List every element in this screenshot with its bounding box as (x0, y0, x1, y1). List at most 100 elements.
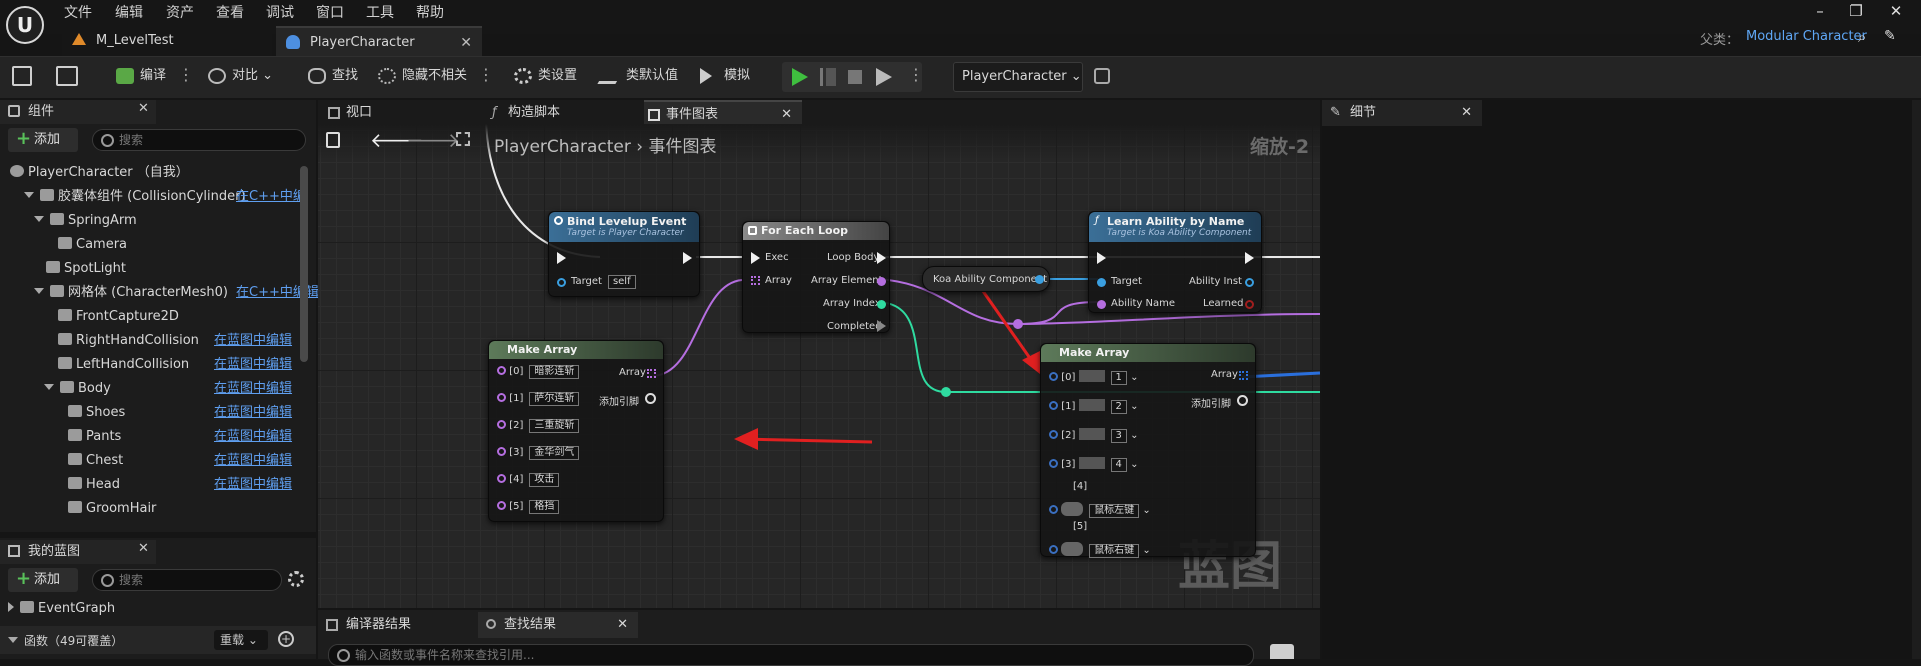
item-key-select[interactable]: 1 (1110, 371, 1127, 385)
tab-construction-script[interactable]: ƒ 构造脚本 (486, 100, 636, 126)
search-icon[interactable]: ⌕ (1858, 28, 1866, 46)
tree-item-playercharacter[interactable]: PlayerCharacter （自我） (10, 162, 189, 184)
parent-class-link[interactable]: Modular Character (1746, 29, 1867, 44)
tab-compiler-results[interactable]: 编译器结果 (320, 612, 470, 638)
array-item[interactable]: 鼠标左键 ⌄ (1049, 502, 1151, 518)
key-pin[interactable] (1049, 401, 1058, 410)
add-pin-label[interactable]: 添加引脚 (1191, 395, 1231, 410)
array-item[interactable]: [5] (1049, 521, 1087, 538)
expand-arrow-icon[interactable] (8, 637, 18, 643)
array-in-pin[interactable] (751, 276, 760, 285)
close-icon[interactable]: ✕ (138, 101, 149, 116)
array-item[interactable]: [3] 金华剑气 (497, 446, 580, 460)
edit-in-blueprint-link[interactable]: 在蓝图中编辑 (214, 402, 292, 424)
tab-blueprint[interactable]: PlayerCharacter ✕ (276, 26, 482, 56)
completed-pin[interactable] (877, 320, 886, 332)
edit-pencil-icon[interactable]: ✎ (1884, 28, 1896, 44)
koa-ability-component-node[interactable]: Koa Ability Component (922, 266, 1050, 292)
step-icon[interactable] (820, 68, 836, 86)
close-icon[interactable]: ✕ (460, 28, 472, 58)
array-index-pin[interactable] (877, 300, 886, 309)
for-each-loop-node[interactable]: For Each Loop Exec Array Loop Body Array… (742, 221, 890, 333)
expand-arrow-icon[interactable] (8, 602, 14, 612)
breadcrumb-root[interactable]: PlayerCharacter (494, 137, 631, 157)
event-graph-canvas[interactable]: 🡐 🡒 PlayerCharacter › 事件图表 缩放-2 蓝图 Bind … (318, 124, 1320, 608)
add-pin-label[interactable]: 添加引脚 (599, 393, 639, 408)
compile-button[interactable]: 编译 (110, 60, 166, 92)
tab-level[interactable]: M_LevelTest (62, 26, 272, 56)
menu-file[interactable]: 文件 (64, 2, 92, 22)
reroute-node[interactable] (1013, 319, 1023, 329)
tab-find-results[interactable]: 查找结果 ✕ (478, 612, 638, 638)
add-component-button[interactable]: 添加 (8, 127, 78, 152)
menu-window[interactable]: 窗口 (316, 2, 344, 22)
edit-in-blueprint-link[interactable]: 在蓝图中编辑 (214, 378, 292, 400)
loop-body-pin[interactable] (877, 252, 886, 264)
item-value[interactable]: 金华剑气 (529, 446, 580, 460)
tree-item-camera[interactable]: Camera (58, 234, 127, 256)
expand-arrow-icon[interactable] (34, 288, 44, 294)
hide-unrelated-button[interactable]: 隐藏不相关 (372, 60, 467, 92)
expand-arrow-icon[interactable] (34, 216, 44, 222)
maximize-button[interactable]: ❐ (1836, 0, 1876, 24)
target-pin[interactable] (1097, 278, 1106, 287)
exec-in-pin[interactable] (1097, 252, 1106, 264)
key-pin[interactable] (1049, 372, 1058, 381)
make-array-keys-node[interactable]: Make Array Array 添加引脚 [0] 1 ⌄ [1] 2 ⌄ [2… (1040, 343, 1256, 558)
array-out-pin[interactable] (647, 369, 656, 378)
add-member-button[interactable]: 添加 (8, 567, 78, 592)
component-out-pin[interactable] (1035, 275, 1044, 284)
diff-button[interactable]: 对比 ⌄ (202, 60, 273, 92)
expand-arrow-icon[interactable] (24, 192, 34, 198)
item-key-select[interactable]: 鼠标右键 (1089, 544, 1140, 558)
key-pin[interactable] (1049, 545, 1058, 554)
stop-icon[interactable] (848, 70, 862, 84)
string-pin[interactable] (497, 447, 506, 456)
forward-arrow-icon[interactable]: 🡒 (406, 128, 460, 152)
array-item[interactable]: [1] 2 ⌄ (1049, 399, 1138, 414)
debug-filter-icon[interactable] (1094, 68, 1110, 84)
tree-item-mesh[interactable]: 网格体 (CharacterMesh0) 在C++中编辑 (34, 282, 319, 304)
array-item[interactable]: [4] (1049, 481, 1087, 498)
tree-item-shoes[interactable]: Shoes 在蓝图中编辑 (68, 402, 292, 424)
find-button[interactable]: 查找 (302, 60, 358, 92)
edit-in-blueprint-link[interactable]: 在蓝图中编辑 (214, 450, 292, 472)
edit-in-cpp-link[interactable]: 在C++中编 (236, 186, 306, 208)
details-tab[interactable]: ✎ 细节 ✕ (1322, 100, 1482, 126)
binoculars-icon[interactable] (1270, 644, 1294, 659)
play-icon[interactable] (792, 68, 808, 86)
array-item[interactable]: [5] 格挡 (497, 500, 560, 514)
bind-levelup-event-node[interactable]: Bind Levelup Event Target is Player Chara… (548, 211, 700, 297)
close-icon[interactable]: ✕ (617, 612, 628, 638)
save-icon[interactable] (12, 66, 32, 86)
edit-in-blueprint-link[interactable]: 在蓝图中编辑 (214, 330, 292, 352)
exec-in-pin[interactable] (751, 252, 760, 264)
play-options-icon[interactable] (876, 68, 892, 86)
class-defaults-button[interactable]: 类默认值 (596, 60, 678, 92)
tab-viewport[interactable]: 视口 (324, 100, 474, 126)
key-pin[interactable] (1049, 430, 1058, 439)
array-item[interactable]: [0] 暗影连斩 (497, 365, 580, 379)
simulate-button[interactable]: 模拟 (694, 60, 750, 92)
scrollbar[interactable] (300, 166, 308, 362)
tree-item-lefthand[interactable]: LeftHandCollision 在蓝图中编辑 (58, 354, 292, 376)
target-pin[interactable] (557, 278, 566, 287)
array-item[interactable]: [3] 4 ⌄ (1049, 457, 1138, 472)
edit-in-blueprint-link[interactable]: 在蓝图中编辑 (214, 474, 292, 496)
exec-in-pin[interactable] (557, 252, 566, 264)
item-key-select[interactable]: 4 (1110, 458, 1127, 472)
class-settings-button[interactable]: 类设置 (508, 60, 577, 92)
menu-tools[interactable]: 工具 (366, 2, 394, 22)
close-icon[interactable]: ✕ (138, 541, 149, 556)
tree-item-capsule[interactable]: 胶囊体组件 (CollisionCylinder) 在C++中编 (24, 186, 306, 208)
item-value[interactable]: 格挡 (529, 500, 560, 514)
add-pin-icon[interactable] (645, 393, 656, 404)
self-value[interactable]: self (607, 275, 636, 289)
array-item[interactable]: 鼠标右键 ⌄ (1049, 542, 1151, 558)
unreal-logo-icon[interactable]: U (6, 6, 44, 44)
array-item[interactable]: [4] 攻击 (497, 473, 560, 487)
debug-object-select[interactable]: PlayerCharacter ⌄ (953, 62, 1083, 92)
array-item[interactable]: [2] 3 ⌄ (1049, 428, 1138, 443)
tree-item-frontcapture[interactable]: FrontCapture2D (58, 306, 179, 328)
learn-ability-by-name-node[interactable]: Learn Ability by Name Target is Koa Abili… (1088, 211, 1262, 313)
